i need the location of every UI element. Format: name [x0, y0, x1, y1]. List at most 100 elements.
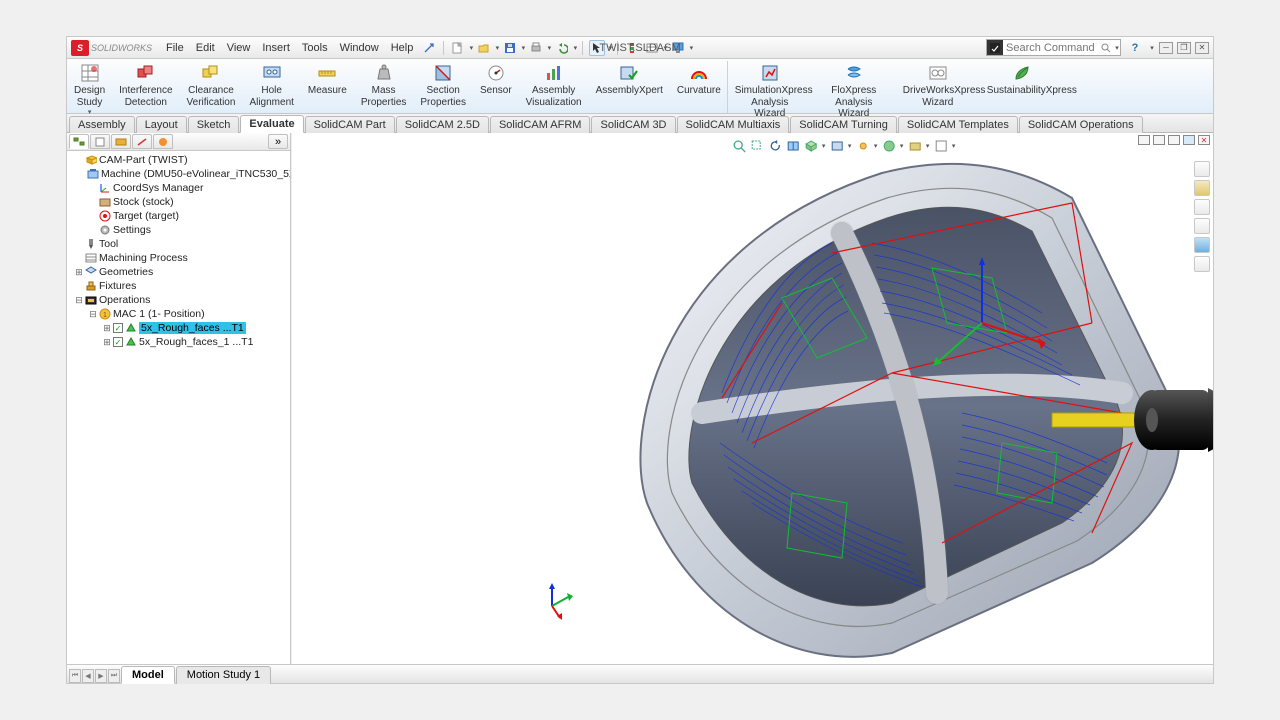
tree-5x-rough-faces-t1[interactable]: ⊞✓5x_Rough_faces ...T1: [67, 321, 290, 335]
tab-nav-prev[interactable]: ◀: [82, 669, 94, 683]
menu-file[interactable]: File: [160, 39, 190, 57]
ribbon-simulationxpress-analysis-wizard[interactable]: SimulationXpressAnalysis Wizard: [728, 61, 812, 113]
undo-dropdown[interactable]: [572, 44, 578, 52]
help-icon[interactable]: [421, 40, 437, 56]
tree-geometries[interactable]: ⊞Geometries: [67, 265, 290, 279]
fm-tab-display[interactable]: [153, 134, 173, 149]
svg-text:1: 1: [103, 312, 107, 319]
menu-insert[interactable]: Insert: [256, 39, 296, 57]
help-menu-icon[interactable]: ?: [1127, 40, 1143, 56]
ribbon-section-properties[interactable]: SectionProperties: [413, 61, 473, 113]
minimize-button[interactable]: ─: [1159, 42, 1173, 54]
tree-coordsys-manager[interactable]: CoordSys Manager: [67, 181, 290, 195]
tree-5x-rough-faces-1-t1[interactable]: ⊞✓5x_Rough_faces_1 ...T1: [67, 335, 290, 349]
help-dropdown[interactable]: [1149, 44, 1155, 52]
ribbon-hole-alignment[interactable]: HoleAlignment: [242, 61, 300, 113]
main-menu: FileEditViewInsertToolsWindowHelp: [160, 39, 419, 57]
tree-fixtures[interactable]: Fixtures: [67, 279, 290, 293]
brand-label: SOLIDWORKS: [91, 43, 152, 53]
ribbon-floxpress-analysis-wizard[interactable]: FloXpressAnalysis Wizard: [812, 61, 896, 113]
tree-target-target[interactable]: Target (target): [67, 209, 290, 223]
close-button[interactable]: ✕: [1195, 42, 1209, 54]
separator: [443, 41, 444, 55]
tab-solidcam-multiaxis[interactable]: SolidCAM Multiaxis: [677, 116, 790, 133]
ribbon-mass-properties[interactable]: MassProperties: [354, 61, 414, 113]
tree-machining-process[interactable]: Machining Process: [67, 251, 290, 265]
open-button[interactable]: [476, 40, 492, 56]
feature-tree[interactable]: CAM-Part (TWIST)Machine (DMU50-eVolinear…: [67, 151, 290, 664]
ribbon-assembly-visualization[interactable]: AssemblyVisualization: [519, 61, 589, 113]
feature-manager-pane: » CAM-Part (TWIST)Machine (DMU50-eVoline…: [67, 133, 291, 664]
motion-tabs-bar: ⏮ ◀ ▶ ⏭ ModelMotion Study 1: [67, 664, 1213, 683]
view-triad[interactable]: [540, 580, 576, 620]
tab-nav-first[interactable]: ⏮: [69, 669, 81, 683]
new-button[interactable]: [450, 40, 466, 56]
tree-operations[interactable]: ⊟Operations: [67, 293, 290, 307]
tree-cam-part-twist[interactable]: CAM-Part (TWIST): [67, 153, 290, 167]
fm-tab-property[interactable]: [90, 134, 110, 149]
menu-edit[interactable]: Edit: [190, 39, 221, 57]
tree-tool[interactable]: Tool: [67, 237, 290, 251]
tab-nav-next[interactable]: ▶: [95, 669, 107, 683]
tab-solidcam-templates[interactable]: SolidCAM Templates: [898, 116, 1018, 133]
fm-tab-config[interactable]: [111, 134, 131, 149]
brand-badge: S: [71, 40, 89, 56]
menu-window[interactable]: Window: [334, 39, 385, 57]
app-window: S SOLIDWORKS FileEditViewInsertToolsWind…: [66, 36, 1214, 684]
tab-solidcam-afrm[interactable]: SolidCAM AFRM: [490, 116, 591, 133]
search-icon[interactable]: [1098, 43, 1114, 53]
ribbon-sustainabilityxpress[interactable]: SustainabilityXpress: [980, 61, 1064, 113]
screen-dropdown[interactable]: [688, 44, 694, 52]
bottom-tab-motion-study-1[interactable]: Motion Study 1: [176, 666, 271, 684]
ribbon-measure[interactable]: Measure: [301, 61, 354, 113]
tab-solidcam-operations[interactable]: SolidCAM Operations: [1019, 116, 1143, 133]
search-brand-icon: [987, 40, 1003, 55]
graphics-viewport[interactable]: ✕: [291, 133, 1213, 664]
tab-solidcam-turning[interactable]: SolidCAM Turning: [790, 116, 897, 133]
tab-solidcam-3d[interactable]: SolidCAM 3D: [591, 116, 675, 133]
ribbon-design-study[interactable]: DesignStudy▾: [67, 61, 112, 113]
ribbon-interference-detection[interactable]: InterferenceDetection: [112, 61, 179, 113]
search-dropdown[interactable]: [1114, 44, 1120, 52]
menu-tools[interactable]: Tools: [296, 39, 334, 57]
save-button[interactable]: [502, 40, 518, 56]
tab-sketch[interactable]: Sketch: [188, 116, 240, 133]
bottom-tab-model[interactable]: Model: [121, 666, 175, 684]
main-area: » CAM-Part (TWIST)Machine (DMU50-eVoline…: [67, 133, 1213, 664]
tree-machine-dmu50-evolinear-itnc530-5x-sim[interactable]: Machine (DMU50-eVolinear_iTNC530_5X-Sim): [67, 167, 290, 181]
fm-tab-dim[interactable]: [132, 134, 152, 149]
restore-button[interactable]: ❐: [1177, 42, 1191, 54]
print-dropdown[interactable]: [546, 44, 552, 52]
fm-tab-extra[interactable]: »: [268, 134, 288, 149]
feature-manager-tabs: »: [67, 133, 290, 151]
tab-evaluate[interactable]: Evaluate: [240, 115, 303, 133]
tab-assembly[interactable]: Assembly: [69, 116, 135, 133]
command-manager-tabs: AssemblyLayoutSketchEvaluateSolidCAM Par…: [67, 114, 1213, 133]
open-dropdown[interactable]: [494, 44, 500, 52]
tab-solidcam-part[interactable]: SolidCAM Part: [305, 116, 395, 133]
search-input[interactable]: [1003, 40, 1098, 55]
tab-layout[interactable]: Layout: [136, 116, 187, 133]
ribbon-driveworksxpress-wizard[interactable]: DriveWorksXpressWizard: [896, 61, 980, 113]
tab-solidcam-2-5d[interactable]: SolidCAM 2.5D: [396, 116, 489, 133]
model-graphics: [532, 133, 1213, 664]
tree-mac-1-1-position[interactable]: ⊟1MAC 1 (1- Position): [67, 307, 290, 321]
menu-view[interactable]: View: [221, 39, 257, 57]
ribbon-clearance-verification[interactable]: ClearanceVerification: [180, 61, 243, 113]
document-title: TWIST.SLDASM: [599, 42, 680, 54]
ribbon-curvature[interactable]: Curvature: [670, 61, 728, 113]
ribbon-toolbar: DesignStudy▾InterferenceDetectionClearan…: [67, 59, 1213, 114]
search-commands[interactable]: [986, 39, 1121, 56]
titlebar: S SOLIDWORKS FileEditViewInsertToolsWind…: [67, 37, 1213, 59]
ribbon-assemblyxpert[interactable]: AssemblyXpert: [589, 61, 670, 113]
tree-stock-stock[interactable]: Stock (stock): [67, 195, 290, 209]
menu-help[interactable]: Help: [385, 39, 420, 57]
print-button[interactable]: [528, 40, 544, 56]
new-dropdown[interactable]: [468, 44, 474, 52]
tab-nav-last[interactable]: ⏭: [108, 669, 120, 683]
fm-tab-tree[interactable]: [69, 134, 89, 149]
ribbon-sensor[interactable]: Sensor: [473, 61, 519, 113]
save-dropdown[interactable]: [520, 44, 526, 52]
tree-settings[interactable]: Settings: [67, 223, 290, 237]
undo-button[interactable]: [554, 40, 570, 56]
